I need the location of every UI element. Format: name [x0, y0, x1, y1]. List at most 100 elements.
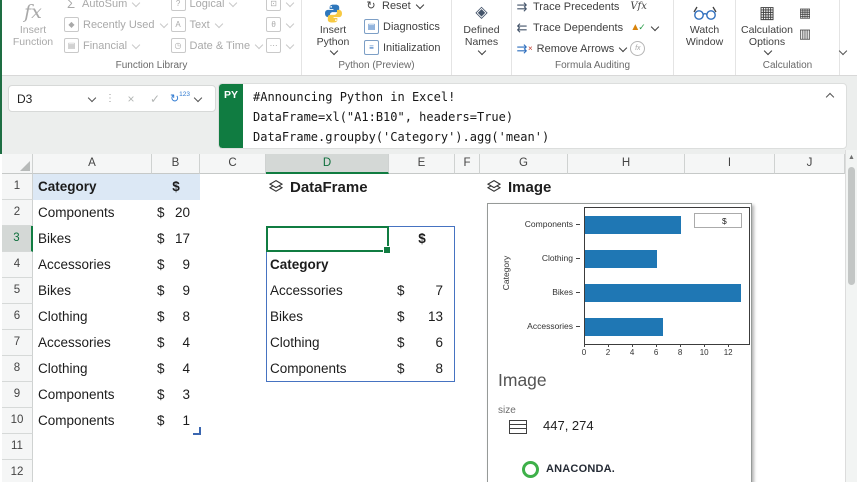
- column-header-b[interactable]: B: [152, 154, 200, 174]
- cell-b4[interactable]: $9: [152, 252, 200, 278]
- cell-a8[interactable]: Clothing: [33, 356, 152, 382]
- chevron-down-icon[interactable]: [194, 93, 202, 101]
- formula-code[interactable]: #Announcing Python in Excel! DataFrame=x…: [253, 87, 816, 147]
- evaluate-formula-button[interactable]: fx: [630, 38, 658, 59]
- cell-b2[interactable]: $20: [152, 200, 200, 226]
- cell-b10[interactable]: $1: [152, 408, 200, 434]
- column-header-e[interactable]: E: [389, 154, 455, 174]
- initialization-button[interactable]: ≡ Initialization: [364, 37, 440, 58]
- cell-a9[interactable]: Components: [33, 382, 152, 408]
- calculation-options-button[interactable]: ▦ Calculation Options: [739, 0, 795, 56]
- text-button[interactable]: A Text: [171, 14, 264, 35]
- row-header-7[interactable]: 7: [2, 330, 33, 356]
- scroll-up-icon[interactable]: ▲: [846, 150, 857, 164]
- financial-button[interactable]: ▤ Financial: [64, 35, 168, 56]
- lookup-reference-button[interactable]: ⊡: [266, 0, 294, 14]
- cell-b1[interactable]: $: [152, 174, 200, 200]
- chart-xtick-10: 10: [694, 348, 714, 357]
- defined-names-icon: ◈: [475, 7, 487, 19]
- dataframe-value-accessories[interactable]: $7: [389, 278, 453, 304]
- collapse-ribbon-icon[interactable]: [839, 47, 847, 55]
- select-all-corner[interactable]: [2, 154, 33, 174]
- cancel-button[interactable]: ×: [119, 92, 143, 106]
- row-header-11[interactable]: 11: [2, 434, 33, 460]
- autosum-button[interactable]: Σ AutoSum: [64, 0, 168, 14]
- cell-b7[interactable]: $4: [152, 330, 200, 356]
- row-header-3[interactable]: 3: [2, 226, 33, 252]
- remove-arrows-button[interactable]: ⇉× Remove Arrows: [515, 38, 627, 59]
- formula-bar-handle-icon[interactable]: ⋮: [101, 93, 119, 104]
- column-header-h[interactable]: H: [568, 154, 685, 174]
- dataframe-category-components[interactable]: Components: [268, 356, 386, 382]
- cell-a3[interactable]: Bikes: [33, 226, 152, 252]
- dataframe-category-clothing[interactable]: Clothing: [268, 330, 386, 356]
- anaconda-logo-icon: [522, 461, 539, 478]
- column-header-f[interactable]: F: [455, 154, 480, 174]
- diagnostics-button[interactable]: ▤ Diagnostics: [364, 16, 440, 37]
- cell-a10[interactable]: Components: [33, 408, 152, 434]
- image-card-title[interactable]: Image: [486, 174, 551, 200]
- row-header-9[interactable]: 9: [2, 382, 33, 408]
- insert-python-button[interactable]: Insert Python: [305, 0, 361, 56]
- row-header-8[interactable]: 8: [2, 356, 33, 382]
- name-box[interactable]: D3: [9, 92, 101, 106]
- cell-b6[interactable]: $8: [152, 304, 200, 330]
- collapse-formula-bar-icon[interactable]: [826, 93, 834, 101]
- reset-button[interactable]: ↻ Reset: [364, 0, 440, 16]
- column-header-c[interactable]: C: [200, 154, 266, 174]
- column-header-j[interactable]: J: [775, 154, 845, 174]
- column-header-i[interactable]: I: [685, 154, 775, 174]
- trace-dependents-button[interactable]: ⇇ Trace Dependents: [515, 17, 627, 38]
- active-cell-d3[interactable]: [266, 226, 389, 252]
- cell-b3[interactable]: $17: [152, 226, 200, 252]
- logical-button[interactable]: ? Logical: [171, 0, 264, 14]
- defined-names-button[interactable]: ◈ Defined Names: [455, 0, 508, 56]
- date-time-button[interactable]: ◷ Date & Time: [171, 35, 264, 56]
- row-header-1[interactable]: 1: [2, 174, 33, 200]
- image-card[interactable]: ComponentsClothingBikesAccessories Categ…: [487, 203, 752, 482]
- cell-b8[interactable]: $4: [152, 356, 200, 382]
- cell-a4[interactable]: Accessories: [33, 252, 152, 278]
- cell-b5[interactable]: $9: [152, 278, 200, 304]
- row-header-6[interactable]: 6: [2, 304, 33, 330]
- formula-input[interactable]: PY #Announcing Python in Excel! DataFram…: [218, 83, 847, 149]
- math-trig-button[interactable]: θ: [266, 14, 294, 35]
- dataframe-value-components[interactable]: $8: [389, 356, 453, 382]
- calculate-sheet-button[interactable]: ▥: [798, 23, 812, 44]
- error-checking-button[interactable]: ▲✓: [630, 17, 658, 38]
- dataframe-category-bikes[interactable]: Bikes: [268, 304, 386, 330]
- trace-precedents-button[interactable]: ⇉ Trace Precedents: [515, 0, 627, 17]
- python-output-type-button[interactable]: ↻123: [167, 92, 193, 105]
- dataframe-value-clothing[interactable]: $6: [389, 330, 453, 356]
- calculate-now-button[interactable]: ▦: [798, 2, 812, 23]
- dataframe-value-bikes[interactable]: $13: [389, 304, 453, 330]
- cell-a1[interactable]: Category: [33, 174, 152, 200]
- row-header-10[interactable]: 10: [2, 408, 33, 434]
- cell-e3[interactable]: $: [389, 226, 455, 252]
- row-header-12[interactable]: 12: [2, 460, 33, 482]
- cell-a6[interactable]: Clothing: [33, 304, 152, 330]
- more-functions-button[interactable]: ⋯: [266, 35, 294, 56]
- recently-used-button[interactable]: ◆ Recently Used: [64, 14, 168, 35]
- column-header-d[interactable]: D: [266, 154, 389, 174]
- show-formulas-button[interactable]: Vfx: [630, 0, 658, 17]
- chevron-down-icon[interactable]: [88, 93, 96, 101]
- scrollbar-thumb[interactable]: [848, 167, 855, 285]
- row-header-5[interactable]: 5: [2, 278, 33, 304]
- vertical-scrollbar[interactable]: ▲: [845, 150, 857, 482]
- autosum-icon: Σ: [64, 0, 78, 10]
- dataframe-card-title[interactable]: DataFrame: [268, 174, 368, 200]
- dataframe-category-accessories[interactable]: Accessories: [268, 278, 386, 304]
- cell-d4[interactable]: Category: [268, 252, 386, 278]
- cell-a2[interactable]: Components: [33, 200, 152, 226]
- cell-b9[interactable]: $3: [152, 382, 200, 408]
- watch-window-button[interactable]: Watch Window: [677, 0, 732, 48]
- row-header-2[interactable]: 2: [2, 200, 33, 226]
- insert-function-button[interactable]: fx Insert Function: [5, 0, 61, 48]
- enter-button[interactable]: ✓: [143, 92, 167, 106]
- row-header-4[interactable]: 4: [2, 252, 33, 278]
- cell-a5[interactable]: Bikes: [33, 278, 152, 304]
- column-header-g[interactable]: G: [480, 154, 568, 174]
- column-header-a[interactable]: A: [33, 154, 152, 174]
- cell-a7[interactable]: Accessories: [33, 330, 152, 356]
